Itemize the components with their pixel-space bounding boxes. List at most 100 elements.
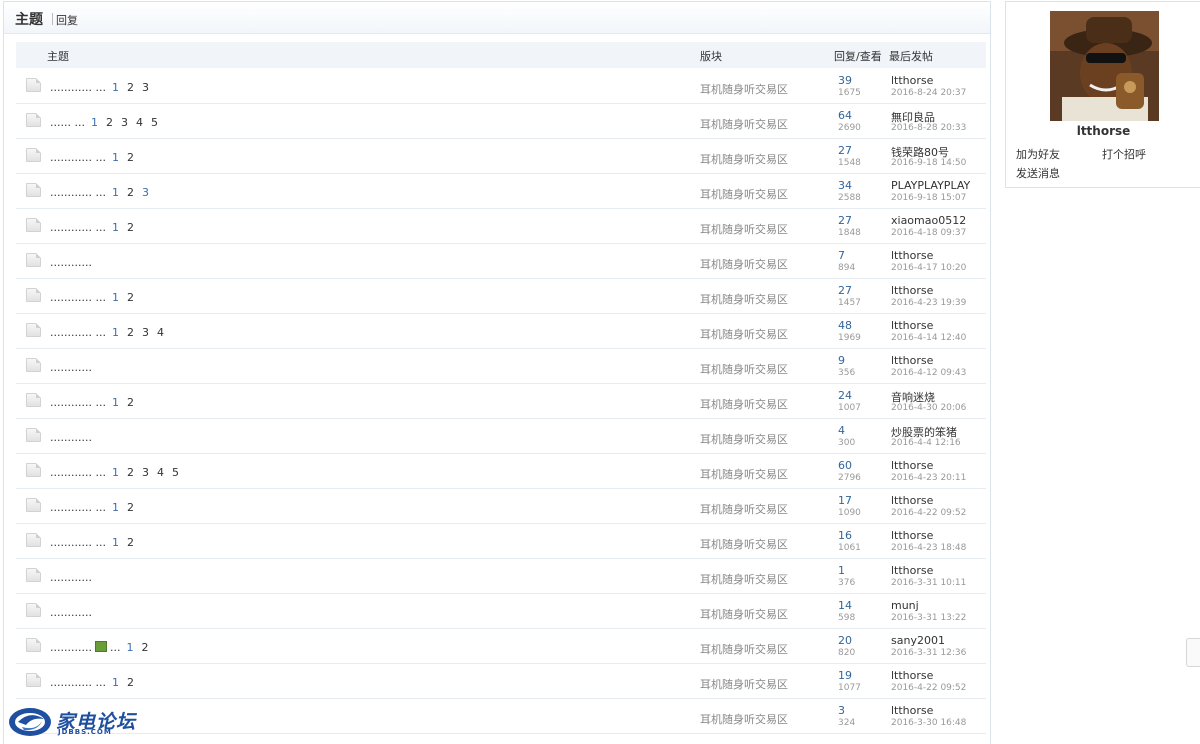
reply-count[interactable]: 9 [838,354,845,367]
table-row[interactable]: ............ ... 1 2 耳机随身听交易区 27 1848 xiaomao0… [16,209,986,244]
last-poster[interactable]: ltthorse [891,704,933,717]
thread-title[interactable]: ............ ... 1 2 [50,151,142,164]
table-row[interactable]: ............ 耳机随身听交易区 7 894 ltthorse 2016-4-1… [16,244,986,279]
thread-title-text[interactable]: ............ ... [50,326,106,339]
table-row[interactable]: ............ ... 1 2 3 4 5 耳机随身听交易区 60 2796 lttho… [16,454,986,489]
forum-link[interactable]: 耳机随身听交易区 [700,186,788,202]
page-link[interactable]: 1 [112,466,119,479]
table-row[interactable]: ............... 1 2 耳机随身听交易区 20 820 sany2001 20… [16,629,986,664]
last-post-date[interactable]: 2016-3-30 16:48 [891,718,966,728]
page-link[interactable]: 2 [127,81,134,94]
page-link[interactable]: 1 [126,641,133,654]
table-row[interactable]: ...... ... 1 2 3 4 5 耳机随身听交易区 64 2690 無印良品 2016-8-… [16,104,986,139]
last-post-date[interactable]: 2016-3-31 10:11 [891,578,966,588]
table-row[interactable]: ............ ... 1 2 耳机随身听交易区 27 1548 钱荣路80号 20… [16,139,986,174]
thread-title-text[interactable]: ............ ... [50,466,106,479]
thread-title[interactable]: ............ [50,431,92,444]
forum-link[interactable]: 耳机随身听交易区 [700,501,788,517]
last-post-date[interactable]: 2016-4-14 12:40 [891,333,966,343]
page-link[interactable]: 1 [112,291,119,304]
forum-link[interactable]: 耳机随身听交易区 [700,711,788,727]
page-link[interactable]: 4 [157,326,164,339]
forum-link[interactable]: 耳机随身听交易区 [700,431,788,447]
thread-title[interactable]: ............ [50,606,92,619]
table-row[interactable]: ............ 耳机随身听交易区 14 598 munj 2016-3-31 1… [16,594,986,629]
forum-link[interactable]: 耳机随身听交易区 [700,396,788,412]
last-post-date[interactable]: 2016-4-17 10:20 [891,263,966,273]
page-link[interactable]: 4 [157,466,164,479]
page-link[interactable]: 1 [91,116,98,129]
page-link[interactable]: 3 [142,466,149,479]
thread-title[interactable]: ............ [50,256,92,269]
thread-title-text[interactable]: ............ ... [50,151,106,164]
last-poster[interactable]: sany2001 [891,634,945,647]
forum-link[interactable]: 耳机随身听交易区 [700,81,788,97]
table-row[interactable]: ............ ... 1 2 耳机随身听交易区 16 1061 ltthorse… [16,524,986,559]
tab-topics[interactable]: 主题 [15,9,43,29]
side-scroll-tab[interactable] [1186,638,1200,667]
table-row[interactable]: ............ ... 1 2 耳机随身听交易区 27 1457 ltthorse… [16,279,986,314]
thread-title-text[interactable]: ............ [50,361,92,374]
page-link[interactable]: 1 [112,326,119,339]
forum-link[interactable]: 耳机随身听交易区 [700,256,788,272]
last-poster[interactable]: ltthorse [891,494,933,507]
page-link[interactable]: 3 [142,326,149,339]
page-link[interactable]: 2 [141,641,148,654]
last-poster[interactable]: ltthorse [891,669,933,682]
table-row[interactable]: ............ 耳机随身听交易区 9 356 ltthorse 2016-4-1… [16,349,986,384]
last-post-date[interactable]: 2016-9-18 14:50 [891,158,966,168]
page-link[interactable]: 2 [127,291,134,304]
last-post-date[interactable]: 2016-4-22 09:52 [891,508,966,518]
page-link[interactable]: 3 [121,116,128,129]
greet-link[interactable]: 打个招呼 [1102,146,1146,162]
profile-username[interactable]: ltthorse [1006,124,1200,138]
thread-title-text[interactable]: ............ [50,571,92,584]
reply-count[interactable]: 64 [838,109,852,122]
page-link[interactable]: 1 [112,501,119,514]
thread-title-text[interactable]: ............ [50,606,92,619]
thread-title-text[interactable]: ............ ... [50,676,106,689]
last-post-date[interactable]: 2016-9-18 15:07 [891,193,966,203]
reply-count[interactable]: 39 [838,74,852,87]
thread-title-text[interactable]: ............ ... [50,186,106,199]
page-link[interactable]: 1 [112,221,119,234]
page-link[interactable]: 5 [151,116,158,129]
page-link[interactable]: 1 [112,151,119,164]
thread-title[interactable]: ............ ... 1 2 3 4 5 [50,466,187,479]
last-post-date[interactable]: 2016-4-12 09:43 [891,368,966,378]
thread-title[interactable]: ...... ... 1 2 3 4 5 [50,116,166,129]
page-link[interactable]: 1 [112,676,119,689]
last-post-date[interactable]: 2016-4-23 20:11 [891,473,966,483]
tab-replies[interactable]: 回复 [56,12,78,28]
reply-count[interactable]: 48 [838,319,852,332]
table-row[interactable]: 耳机随身听交易区 3 324 ltthorse 2016-3-30 16:48 [16,699,986,734]
table-row[interactable]: ............ ... 1 2 3 耳机随身听交易区 39 1675 ltthors… [16,69,986,104]
add-friend-link[interactable]: 加为好友 [1016,146,1060,162]
avatar[interactable] [1050,11,1159,121]
last-poster[interactable]: ltthorse [891,354,933,367]
thread-title-text[interactable]: ............ [50,431,92,444]
forum-link[interactable]: 耳机随身听交易区 [700,676,788,692]
thread-title-text[interactable]: ............ ... [50,396,106,409]
page-link[interactable]: 2 [127,326,134,339]
last-poster[interactable]: ltthorse [891,564,933,577]
thread-title-text[interactable]: ............ ... [50,81,106,94]
last-poster[interactable]: ltthorse [891,249,933,262]
last-post-date[interactable]: 2016-4-23 18:48 [891,543,966,553]
reply-count[interactable]: 24 [838,389,852,402]
reply-count[interactable]: 14 [838,599,852,612]
page-link[interactable]: 2 [127,501,134,514]
page-link[interactable]: 1 [112,536,119,549]
thread-title[interactable]: ............ [50,571,92,584]
thread-title-text[interactable]: ............ [50,641,92,654]
thread-title[interactable]: ............ ... 1 2 [50,536,142,549]
last-post-date[interactable]: 2016-3-31 13:22 [891,613,966,623]
page-link[interactable]: 2 [127,466,134,479]
last-post-date[interactable]: 2016-4-22 09:52 [891,683,966,693]
table-row[interactable]: ............ ... 1 2 耳机随身听交易区 19 1077 ltthorse… [16,664,986,699]
page-link[interactable]: 2 [127,186,134,199]
reply-count[interactable]: 17 [838,494,852,507]
page-link[interactable]: 2 [127,536,134,549]
last-post-date[interactable]: 2016-4-18 09:37 [891,228,966,238]
thread-title[interactable]: ............ ... 1 2 [50,221,142,234]
